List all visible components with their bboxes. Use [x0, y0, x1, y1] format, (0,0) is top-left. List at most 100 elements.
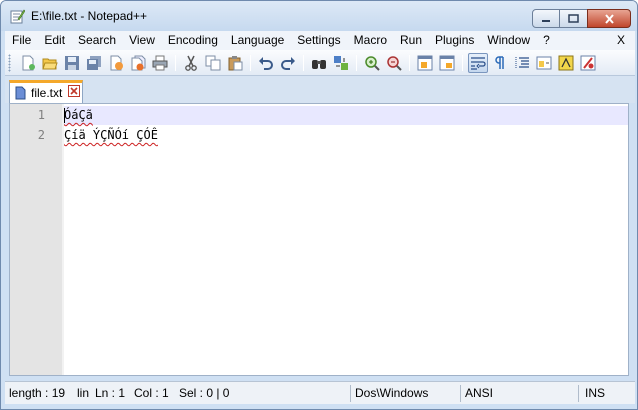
binoculars-icon: [312, 60, 326, 69]
toolbar-separator: [356, 55, 357, 71]
find-button[interactable]: [309, 53, 329, 73]
new-file-icon: [22, 55, 35, 71]
status-encoding: ANSI: [465, 386, 494, 400]
pilcrow-icon: [495, 56, 504, 69]
menu-view[interactable]: View: [122, 31, 161, 50]
print-button[interactable]: [150, 53, 170, 73]
menu-window[interactable]: Window: [480, 31, 536, 50]
copy-icon: [205, 55, 221, 71]
maximize-icon: [568, 14, 579, 23]
word-wrap-icon: [471, 57, 486, 70]
paste-button[interactable]: [225, 53, 245, 73]
menu-bar: File Edit Search View Encoding Language …: [5, 31, 635, 50]
fold-icon: [536, 56, 552, 70]
status-column: Col : 1: [134, 386, 169, 400]
window-title: E:\file.txt - Notepad++: [31, 9, 148, 23]
indent-guide-icon: [515, 57, 529, 69]
save-all-icon: [87, 56, 101, 70]
menu-search[interactable]: Search: [71, 31, 122, 50]
sync-horizontal-button[interactable]: [437, 53, 457, 73]
macro-record-button[interactable]: [556, 53, 576, 73]
menu-encoding[interactable]: Encoding: [161, 31, 224, 50]
status-divider: [350, 385, 351, 402]
redo-button[interactable]: [278, 53, 298, 73]
menu-file[interactable]: File: [5, 31, 37, 50]
close-file-icon: [110, 55, 123, 71]
status-bar: length : 19 lin Ln : 1 Col : 1 Sel : 0 |…: [5, 381, 635, 404]
zoom-out-button[interactable]: [384, 53, 404, 73]
sync-vertical-icon: [417, 55, 433, 71]
minimize-button[interactable]: [532, 9, 560, 28]
close-document-menu-button[interactable]: X: [617, 31, 625, 50]
replace-icon: [334, 56, 348, 70]
menu-macro[interactable]: Macro: [347, 31, 393, 50]
replace-button[interactable]: [331, 53, 351, 73]
sync-horizontal-icon: [439, 55, 455, 71]
editor-line: ÓáÇã: [64, 108, 93, 122]
line-number: 2: [37, 128, 45, 142]
cut-button[interactable]: [181, 53, 201, 73]
menu-edit[interactable]: Edit: [37, 31, 71, 50]
toolbar-grip[interactable]: [8, 54, 11, 72]
toolbar-separator: [409, 55, 410, 71]
menu-run[interactable]: Run: [393, 31, 428, 50]
tab-close-icon[interactable]: [68, 85, 80, 97]
text-editor[interactable]: 1 2 ÓáÇã Çíä ÝÇÑÓí ÇÓÊ: [9, 103, 629, 376]
status-length: length : 19: [9, 386, 66, 400]
open-file-icon: [42, 58, 58, 70]
minimize-icon: [542, 19, 550, 22]
toolbar-separator: [175, 55, 176, 71]
zoom-in-button[interactable]: [362, 53, 382, 73]
sync-vertical-button[interactable]: [415, 53, 435, 73]
status-insert-mode: INS: [585, 386, 606, 400]
word-wrap-button[interactable]: [468, 53, 488, 73]
menu-help[interactable]: ?: [536, 31, 556, 50]
toolbar-separator: [250, 55, 251, 71]
undo-button[interactable]: [256, 53, 276, 73]
status-lines: lin: [77, 386, 90, 400]
tab-file-txt[interactable]: file.txt: [9, 80, 83, 103]
cut-icon: [185, 55, 197, 71]
toolbar: [5, 50, 635, 76]
maximize-button[interactable]: [560, 9, 587, 28]
fold-button[interactable]: [534, 53, 554, 73]
menu-language[interactable]: Language: [224, 31, 290, 50]
save-icon: [65, 56, 79, 70]
notepad-app-icon: [10, 9, 25, 24]
redo-icon: [281, 57, 295, 70]
toolbar-separator: [462, 55, 463, 71]
editor-line: Çíä ÝÇÑÓí ÇÓÊ: [64, 128, 158, 142]
show-all-chars-button[interactable]: [490, 53, 510, 73]
macro-stop-icon: [580, 55, 596, 71]
status-divider: [578, 385, 579, 402]
copy-button[interactable]: [203, 53, 223, 73]
open-file-button[interactable]: [40, 53, 60, 73]
zoom-out-icon: [387, 56, 402, 71]
menu-settings[interactable]: Settings: [290, 31, 346, 50]
new-file-button[interactable]: [18, 53, 38, 73]
macro-stop-button[interactable]: [578, 53, 598, 73]
tab-label: file.txt: [31, 86, 63, 100]
status-divider: [460, 385, 461, 402]
indent-guide-button[interactable]: [512, 53, 532, 73]
notepad-window: E:\file.txt - Notepad++ File Edit Search…: [0, 0, 638, 410]
close-file-button[interactable]: [106, 53, 126, 73]
title-bar: E:\file.txt - Notepad++: [1, 1, 637, 31]
toolbar-separator: [303, 55, 304, 71]
save-button[interactable]: [62, 53, 82, 73]
print-icon: [152, 55, 168, 71]
menu-plugins[interactable]: Plugins: [428, 31, 480, 50]
line-number: 1: [37, 108, 45, 122]
zoom-in-icon: [365, 56, 380, 71]
status-line-number: Ln : 1: [95, 386, 126, 400]
undo-icon: [259, 57, 273, 70]
close-icon: [604, 13, 614, 24]
document-icon: [15, 86, 26, 100]
line-number-gutter: 1 2: [10, 104, 62, 375]
paste-icon: [228, 56, 243, 71]
close-window-button[interactable]: [587, 9, 631, 28]
status-selection: Sel : 0 | 0: [179, 386, 230, 400]
text-caret: [64, 108, 65, 123]
close-all-button[interactable]: [128, 53, 148, 73]
save-all-button[interactable]: [84, 53, 104, 73]
